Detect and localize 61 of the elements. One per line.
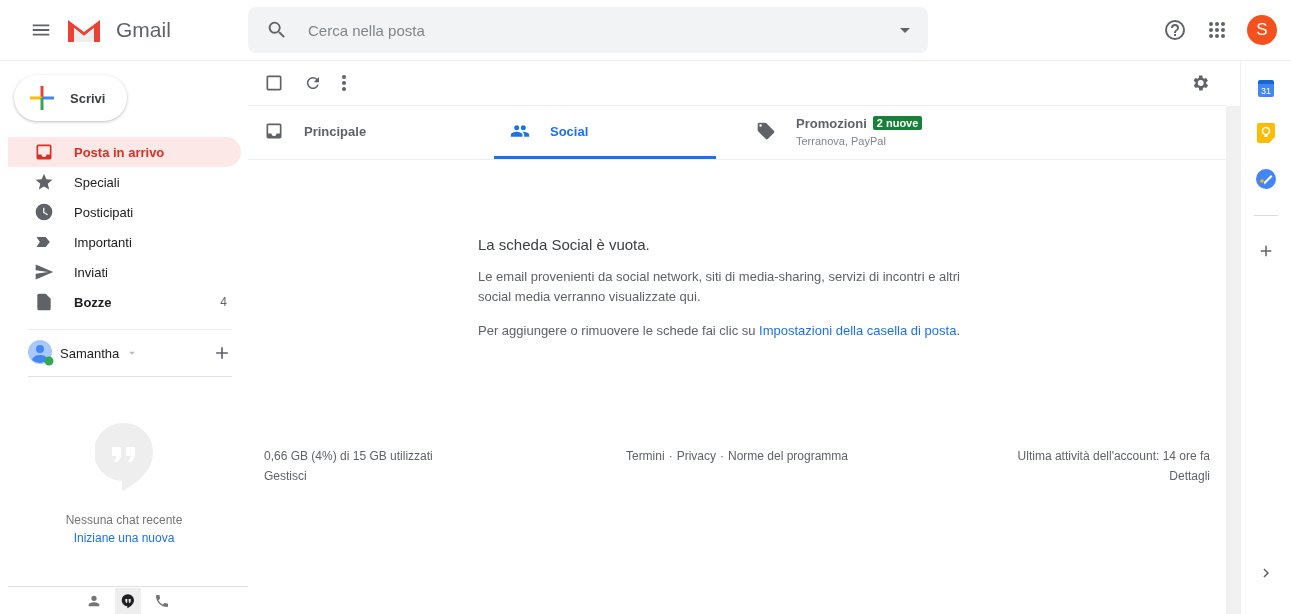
- tab-label: Promozioni: [796, 115, 867, 131]
- caret-icon[interactable]: [900, 27, 910, 33]
- search-input[interactable]: Cerca nella posta: [306, 20, 882, 40]
- document-icon: [34, 292, 54, 312]
- checkbox-icon: [264, 73, 284, 93]
- account-avatar[interactable]: S: [1247, 15, 1277, 45]
- sidebar-item[interactable]: Bozze 4: [8, 287, 241, 317]
- chat-bubble-icon: [120, 592, 136, 609]
- tab-label: Social: [550, 123, 589, 139]
- empty-chat-text: Nessuna chat recente: [65, 513, 183, 527]
- calendar-icon[interactable]: 31: [1258, 80, 1274, 97]
- sidebar-label: Speciali: [74, 174, 121, 190]
- category-tab[interactable]: Principale: [248, 106, 470, 159]
- category-tab[interactable]: Promozioni 2 nuove Terranova, PayPal: [740, 106, 962, 159]
- chat-footer-tab[interactable]: [115, 587, 141, 614]
- help-icon: [1163, 18, 1187, 42]
- sidebar-item[interactable]: Speciali: [8, 167, 241, 197]
- inbox-icon: [264, 121, 284, 141]
- separator: ·: [719, 449, 724, 463]
- sidebar-item[interactable]: Posta in arrivo: [8, 137, 241, 167]
- empty-title: La scheda Social è vuota.: [478, 236, 651, 253]
- storage-usage: 0,66 GB (4%) di 15 GB utilizzati: [264, 449, 433, 463]
- star-icon: [34, 172, 54, 192]
- search-field[interactable]: Cerca nella posta: [248, 7, 928, 53]
- compose-button[interactable]: Scrivi: [14, 75, 127, 121]
- tab-subtitle: Terranova, PayPal: [796, 134, 887, 147]
- send-icon: [34, 262, 54, 282]
- inbox-icon: [34, 142, 54, 162]
- plus-icon: [30, 86, 54, 110]
- sidebar-item[interactable]: Inviati: [8, 257, 241, 287]
- sidebar-label: Posticipati: [74, 204, 135, 220]
- new-count-badge: 2 nuove: [872, 116, 923, 130]
- tab-label: Principale: [304, 123, 367, 139]
- phone-icon: [154, 592, 170, 609]
- start-chat-link[interactable]: Iniziane una nuova: [73, 531, 175, 545]
- sidebar-label: Inviati: [74, 264, 109, 280]
- chat-user-name[interactable]: Samantha: [60, 345, 120, 361]
- manage-link[interactable]: Gestisci: [264, 469, 307, 483]
- refresh-icon: [304, 74, 322, 92]
- tag-icon: [756, 121, 776, 141]
- sidebar-item[interactable]: Posticipati: [8, 197, 241, 227]
- check-circle-icon[interactable]: [1256, 169, 1276, 189]
- unread-count: 4: [220, 295, 227, 309]
- sidebar-label: Posta in arrivo: [74, 144, 166, 160]
- footer-link[interactable]: Termini: [625, 449, 665, 463]
- user-avatar-icon: [28, 340, 54, 366]
- last-activity: Ultima attività dell'account: 14 ore fa: [1017, 449, 1210, 463]
- details-link[interactable]: Dettagli: [1169, 469, 1210, 483]
- sidebar-item[interactable]: Importanti: [8, 227, 241, 257]
- settings-hint: Per aggiungere o rimuovere le schede fai clic su Impostazioni della casella di posta.: [478, 322, 961, 340]
- empty-description: Le email provenienti da social network, siti di media-sharing, servizi di incontri e altri social media verranno visualizzate qui.: [478, 268, 961, 306]
- sidebar-label: Bozze: [74, 294, 113, 310]
- search-icon: [266, 19, 288, 41]
- category-tab[interactable]: Social: [494, 106, 716, 159]
- app-name: Gmail: [116, 18, 171, 42]
- footer-link[interactable]: Privacy: [676, 449, 716, 463]
- clock-icon: [34, 202, 54, 222]
- separator: ·: [668, 449, 673, 463]
- more-vertical-icon[interactable]: [342, 75, 346, 91]
- footer-link[interactable]: Norme del programma: [727, 449, 848, 463]
- sidebar-label: Importanti: [74, 234, 133, 250]
